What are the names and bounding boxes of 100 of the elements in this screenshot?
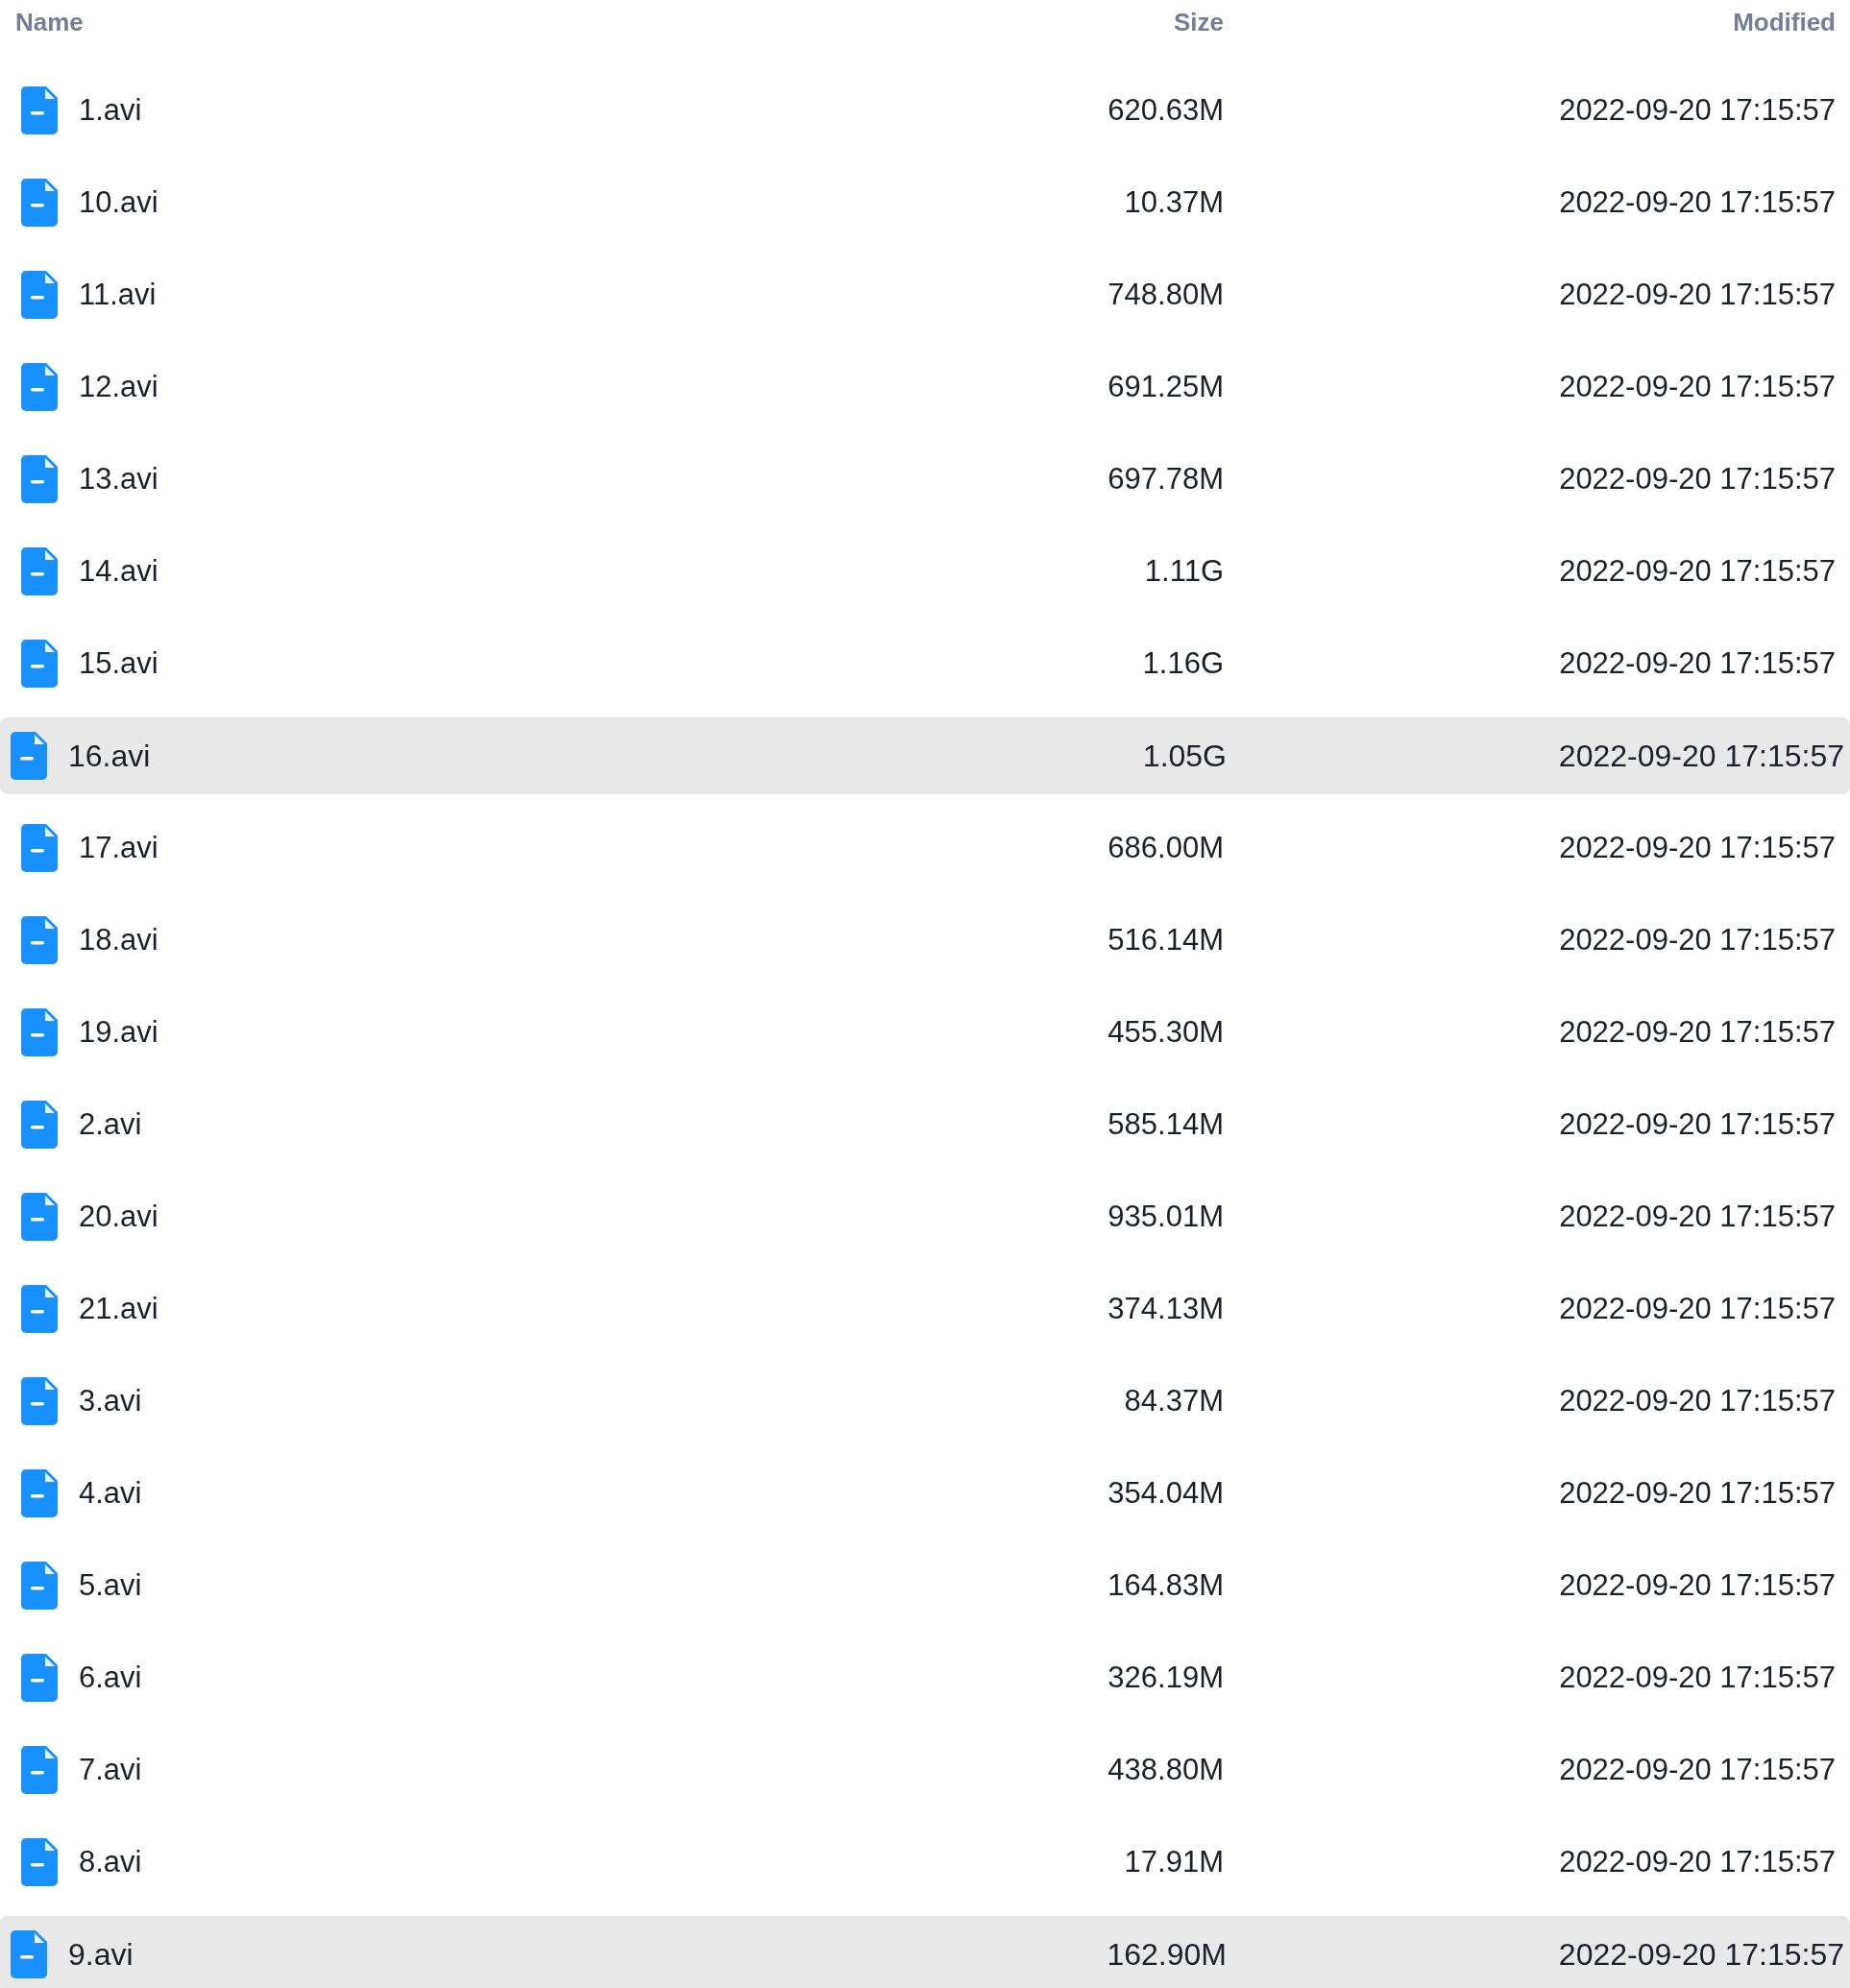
column-header: Size — [1172, 7, 1224, 38]
file-size: 691.25M — [1107, 368, 1224, 405]
file-modified: 2022-09-20 17:15:57 — [1558, 1013, 1836, 1051]
file-row[interactable]: 17.avi 686.00M 2022-09-20 17:15:57 — [0, 810, 1850, 886]
file-name: 11.avi — [79, 276, 157, 313]
file-row[interactable]: 7.avi 438.80M 2022-09-20 17:15:57 — [0, 1732, 1850, 1808]
file-modified: 2022-09-20 17:15:57 — [1557, 738, 1844, 775]
file-size: 164.83M — [1107, 1566, 1224, 1604]
file-name: 10.avi — [79, 183, 158, 221]
file-size: 438.80M — [1107, 1751, 1224, 1788]
file-icon — [21, 455, 58, 503]
file-name: 7.avi — [79, 1751, 142, 1788]
file-icon — [11, 732, 47, 780]
file-name: 19.avi — [79, 1013, 158, 1051]
file-row[interactable]: 13.avi 697.78M 2022-09-20 17:15:57 — [0, 441, 1850, 518]
file-row[interactable]: 6.avi 326.19M 2022-09-20 17:15:57 — [0, 1639, 1850, 1716]
file-name: 5.avi — [79, 1566, 142, 1604]
file-modified: 2022-09-20 17:15:57 — [1558, 276, 1836, 313]
file-name: 4.avi — [79, 1474, 142, 1512]
file-size: 1.05G — [1141, 738, 1227, 775]
file-row[interactable]: 21.avi 374.13M 2022-09-20 17:15:57 — [0, 1271, 1850, 1347]
file-row[interactable]: 1.avi 620.63M 2022-09-20 17:15:57 — [0, 72, 1850, 149]
file-row[interactable]: 14.avi 1.11G 2022-09-20 17:15:57 — [0, 533, 1850, 610]
file-modified: 2022-09-20 17:15:57 — [1558, 921, 1836, 958]
file-modified: 2022-09-20 17:15:57 — [1558, 1198, 1836, 1235]
file-icon — [21, 1562, 58, 1610]
file-row[interactable]: 3.avi 84.37M 2022-09-20 17:15:57 — [0, 1363, 1850, 1440]
file-icon — [21, 1838, 58, 1886]
file-row[interactable]: 5.avi 164.83M 2022-09-20 17:15:57 — [0, 1547, 1850, 1624]
file-name: 14.avi — [79, 552, 158, 590]
file-row[interactable]: 12.avi 691.25M 2022-09-20 17:15:57 — [0, 349, 1850, 425]
file-size: 585.14M — [1107, 1105, 1224, 1143]
file-icon — [21, 547, 58, 595]
file-name: 8.avi — [79, 1843, 142, 1880]
file-modified: 2022-09-20 17:15:57 — [1558, 1382, 1836, 1419]
file-row[interactable]: 11.avi 748.80M 2022-09-20 17:15:57 — [0, 256, 1850, 333]
file-icon — [21, 916, 58, 964]
file-modified: 2022-09-20 17:15:57 — [1558, 1566, 1836, 1604]
file-name: 12.avi — [79, 368, 158, 405]
file-modified: 2022-09-20 17:15:57 — [1558, 1105, 1836, 1143]
file-icon — [11, 1930, 47, 1978]
file-modified: 2022-09-20 17:15:57 — [1558, 183, 1836, 221]
file-size: 10.37M — [1123, 183, 1224, 221]
file-icon — [21, 1285, 58, 1333]
file-modified: 2022-09-20 17:15:57 — [1558, 644, 1836, 682]
file-row[interactable]: 4.avi 354.04M 2022-09-20 17:15:57 — [0, 1455, 1850, 1532]
file-size: 17.91M — [1123, 1843, 1224, 1880]
file-icon — [21, 1193, 58, 1241]
file-modified: 2022-09-20 17:15:57 — [1558, 1290, 1836, 1327]
file-modified: 2022-09-20 17:15:57 — [1558, 460, 1836, 497]
file-name: 18.avi — [79, 921, 158, 958]
file-row[interactable]: 8.avi 17.91M 2022-09-20 17:15:57 — [0, 1824, 1850, 1901]
file-row[interactable]: 20.avi 935.01M 2022-09-20 17:15:57 — [0, 1178, 1850, 1255]
file-name: 3.avi — [79, 1382, 142, 1419]
file-name: 21.avi — [79, 1290, 158, 1327]
file-size: 354.04M — [1107, 1474, 1224, 1512]
file-modified: 2022-09-20 17:15:57 — [1558, 829, 1836, 866]
file-icon — [21, 824, 58, 872]
file-name: 6.avi — [79, 1659, 142, 1696]
file-modified: 2022-09-20 17:15:57 — [1558, 1843, 1836, 1880]
file-name: 20.avi — [79, 1198, 158, 1235]
file-icon — [21, 271, 58, 319]
file-row[interactable]: 16.avi 1.05G 2022-09-20 17:15:57 — [0, 717, 1850, 794]
file-row[interactable]: 15.avi 1.16G 2022-09-20 17:15:57 — [0, 625, 1850, 702]
file-row[interactable]: 9.avi 162.90M 2022-09-20 17:15:57 — [0, 1916, 1850, 1988]
file-size: 697.78M — [1107, 460, 1224, 497]
file-modified: 2022-09-20 17:15:57 — [1558, 552, 1836, 590]
file-size: 1.16G — [1141, 644, 1224, 682]
file-size: 326.19M — [1107, 1659, 1224, 1696]
file-row[interactable]: 10.avi 10.37M 2022-09-20 17:15:57 — [0, 164, 1850, 241]
column-header: Name — [15, 7, 85, 38]
file-icon — [21, 640, 58, 688]
file-row[interactable]: 19.avi 455.30M 2022-09-20 17:15:57 — [0, 994, 1850, 1071]
file-icon — [21, 1654, 58, 1702]
file-name: 13.avi — [79, 460, 158, 497]
file-size: 374.13M — [1107, 1290, 1224, 1327]
file-modified: 2022-09-20 17:15:57 — [1557, 1936, 1844, 1974]
file-modified: 2022-09-20 17:15:57 — [1558, 1751, 1836, 1788]
file-size: 686.00M — [1107, 829, 1224, 866]
file-size: 162.90M — [1106, 1936, 1227, 1974]
file-icon — [21, 86, 58, 134]
file-row[interactable]: 2.avi 585.14M 2022-09-20 17:15:57 — [0, 1086, 1850, 1163]
file-modified: 2022-09-20 17:15:57 — [1558, 1474, 1836, 1512]
file-row[interactable]: 18.avi 516.14M 2022-09-20 17:15:57 — [0, 902, 1850, 979]
file-size: 455.30M — [1107, 1013, 1224, 1051]
file-icon — [21, 363, 58, 411]
file-size: 620.63M — [1107, 91, 1224, 129]
file-size: 748.80M — [1107, 276, 1224, 313]
file-name: 17.avi — [79, 829, 158, 866]
file-name: 1.avi — [79, 91, 142, 129]
file-size: 1.11G — [1143, 552, 1224, 590]
file-size: 516.14M — [1107, 921, 1224, 958]
file-name: 15.avi — [79, 644, 158, 682]
file-icon — [21, 1008, 58, 1056]
file-icon — [21, 1377, 58, 1425]
file-name: 2.avi — [79, 1105, 142, 1143]
file-modified: 2022-09-20 17:15:57 — [1558, 91, 1836, 129]
file-name: 16.avi — [68, 738, 151, 775]
file-icon — [21, 179, 58, 227]
file-name: 9.avi — [68, 1936, 134, 1974]
